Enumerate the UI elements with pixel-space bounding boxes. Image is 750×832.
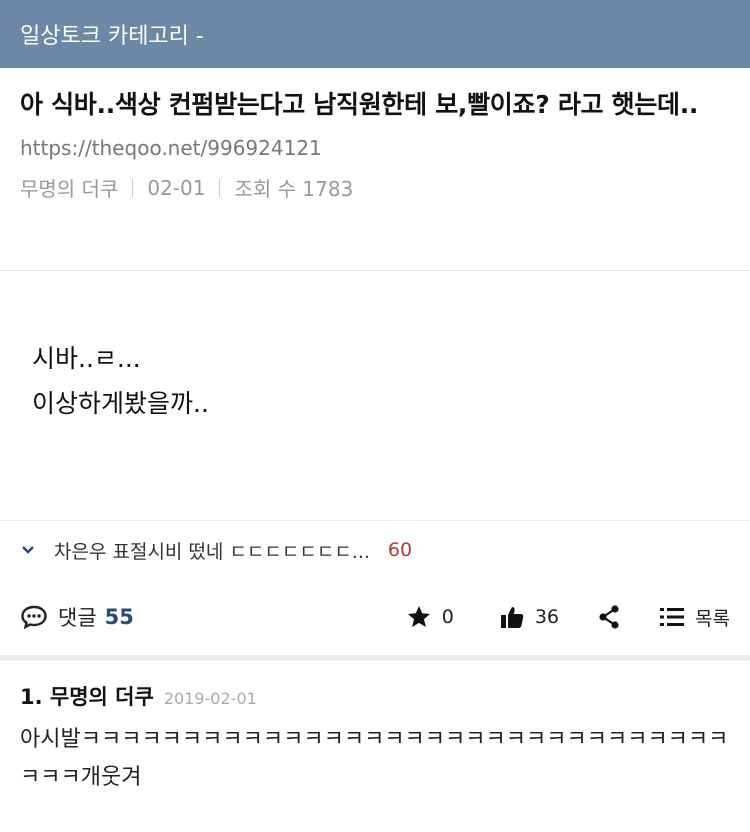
category-title[interactable]: 일상토크 카테고리 - — [20, 18, 204, 50]
divider — [219, 178, 221, 197]
content-line: 시바..ㄹ... — [32, 344, 141, 373]
comment-label: 댓글 — [58, 606, 97, 630]
star-button[interactable]: 0 — [406, 604, 454, 630]
share-button[interactable] — [597, 604, 631, 630]
comment-count: 55 — [104, 605, 134, 629]
star-count: 0 — [441, 606, 454, 628]
comment-author: 1. 무명의 더쿠 — [20, 685, 154, 709]
star-icon — [407, 606, 430, 627]
like-count: 36 — [534, 606, 560, 628]
action-bar: 댓글 55 0 36 목록 — [0, 579, 750, 661]
post-content: 시바..ㄹ... 이상하게봤을까.. — [0, 271, 750, 521]
list-label: 목록 — [695, 607, 730, 630]
share-icon — [599, 605, 619, 629]
comment-item: 1. 무명의 더쿠 2019-02-01 아시발ㅋㅋㅋㅋㅋㅋㅋㅋㅋㅋㅋㅋㅋㅋㅋㅋ… — [0, 661, 750, 797]
post-header: 아 식바..색상 컨펌받는다고 남직원한테 보,빨이죠? 라고 햇는데.. ht… — [0, 68, 750, 271]
comment-date: 2019-02-01 — [163, 689, 257, 708]
related-post-link[interactable]: 차은우 표절시비 떴네 ㄷㄷㄷㄷㄷㄷㄷ... 60 — [0, 521, 750, 579]
comment-button[interactable]: 댓글 55 — [20, 602, 134, 632]
related-post-title[interactable]: 차은우 표절시비 떴네 ㄷㄷㄷㄷㄷㄷㄷ... — [54, 537, 370, 564]
thumbs-up-icon — [500, 607, 524, 628]
comment-icon — [21, 605, 47, 630]
list-icon — [660, 608, 685, 626]
post-title: 아 식바..색상 컨펌받는다고 남직원한테 보,빨이죠? 라고 햇는데.. — [20, 90, 699, 119]
list-button[interactable]: 목록 — [659, 604, 730, 631]
like-button[interactable]: 36 — [499, 604, 559, 630]
related-comment-count: 60 — [387, 539, 413, 561]
post-views: 조회 수 1783 — [234, 177, 354, 201]
content-line: 이상하게봤을까.. — [32, 389, 209, 418]
comment-body: 아시발ㅋㅋㅋㅋㅋㅋㅋㅋㅋㅋㅋㅋㅋㅋㅋㅋㅋㅋㅋㅋㅋㅋㅋㅋㅋㅋㅋㅋㅋㅋㅋㅋㅋㅋㅋ개웃… — [20, 727, 729, 790]
post-date: 02-01 — [147, 175, 206, 200]
chevron-down-icon — [22, 546, 34, 554]
category-header[interactable]: 일상토크 카테고리 - — [0, 0, 750, 68]
post-meta: 무명의 더쿠 02-01 조회 수 1783 — [20, 173, 730, 202]
post-url[interactable]: https://theqoo.net/996924121 — [20, 136, 730, 160]
post-author: 무명의 더쿠 — [20, 177, 119, 201]
comment-header: 1. 무명의 더쿠 2019-02-01 — [20, 681, 730, 711]
divider — [132, 178, 134, 197]
